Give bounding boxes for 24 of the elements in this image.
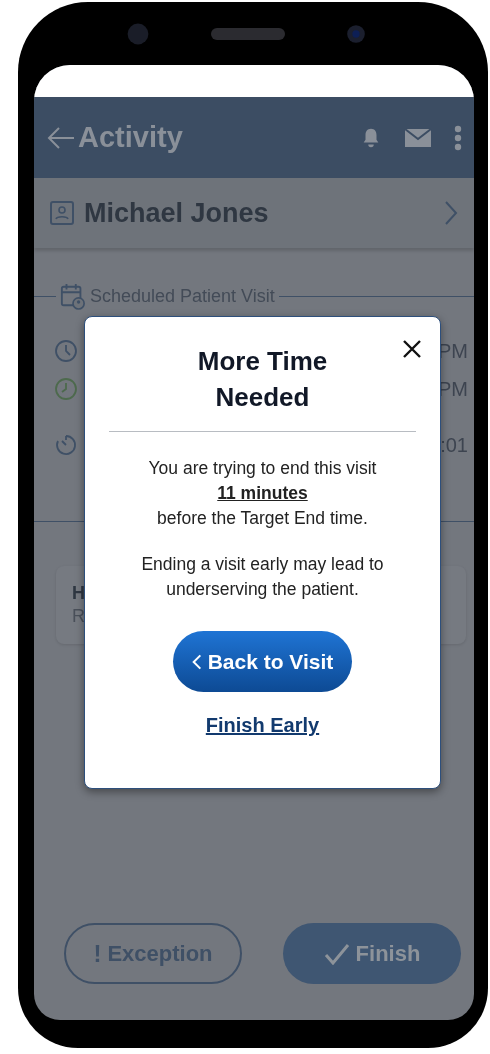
- finish-early-link[interactable]: Finish Early: [205, 714, 320, 737]
- calendar-person-icon: [60, 282, 86, 310]
- dialog-message: You are trying to end this visit 11 minutes before the Target End time.: [148, 457, 377, 530]
- card-title: H: [72, 583, 85, 604]
- dialog-warning: Ending a visit early may lead to underserving the patient.: [140, 553, 385, 601]
- speaker-grille-icon: [211, 27, 285, 40]
- patient-name: Michael Jones: [84, 197, 269, 229]
- envelope-icon[interactable]: [404, 126, 432, 149]
- finish-button[interactable]: Finish: [283, 923, 461, 984]
- camera-icon: [345, 22, 367, 45]
- clock-icon: [54, 339, 78, 363]
- timer-icon: [54, 433, 78, 457]
- patient-header[interactable]: Michael Jones: [34, 178, 474, 248]
- more-options-icon[interactable]: [454, 124, 462, 151]
- chevron-right-icon[interactable]: [444, 200, 458, 226]
- close-icon[interactable]: [402, 339, 422, 359]
- dialog-title: More Time Needed: [196, 345, 329, 414]
- person-badge-icon: [50, 201, 74, 225]
- back-arrow-icon[interactable]: [46, 125, 76, 150]
- checkmark-icon: [323, 942, 350, 965]
- clock-icon: [54, 377, 78, 401]
- chevron-left-icon: [191, 652, 202, 671]
- screen-title: Activity: [78, 121, 183, 154]
- back-to-visit-button[interactable]: Back to Visit: [173, 631, 352, 692]
